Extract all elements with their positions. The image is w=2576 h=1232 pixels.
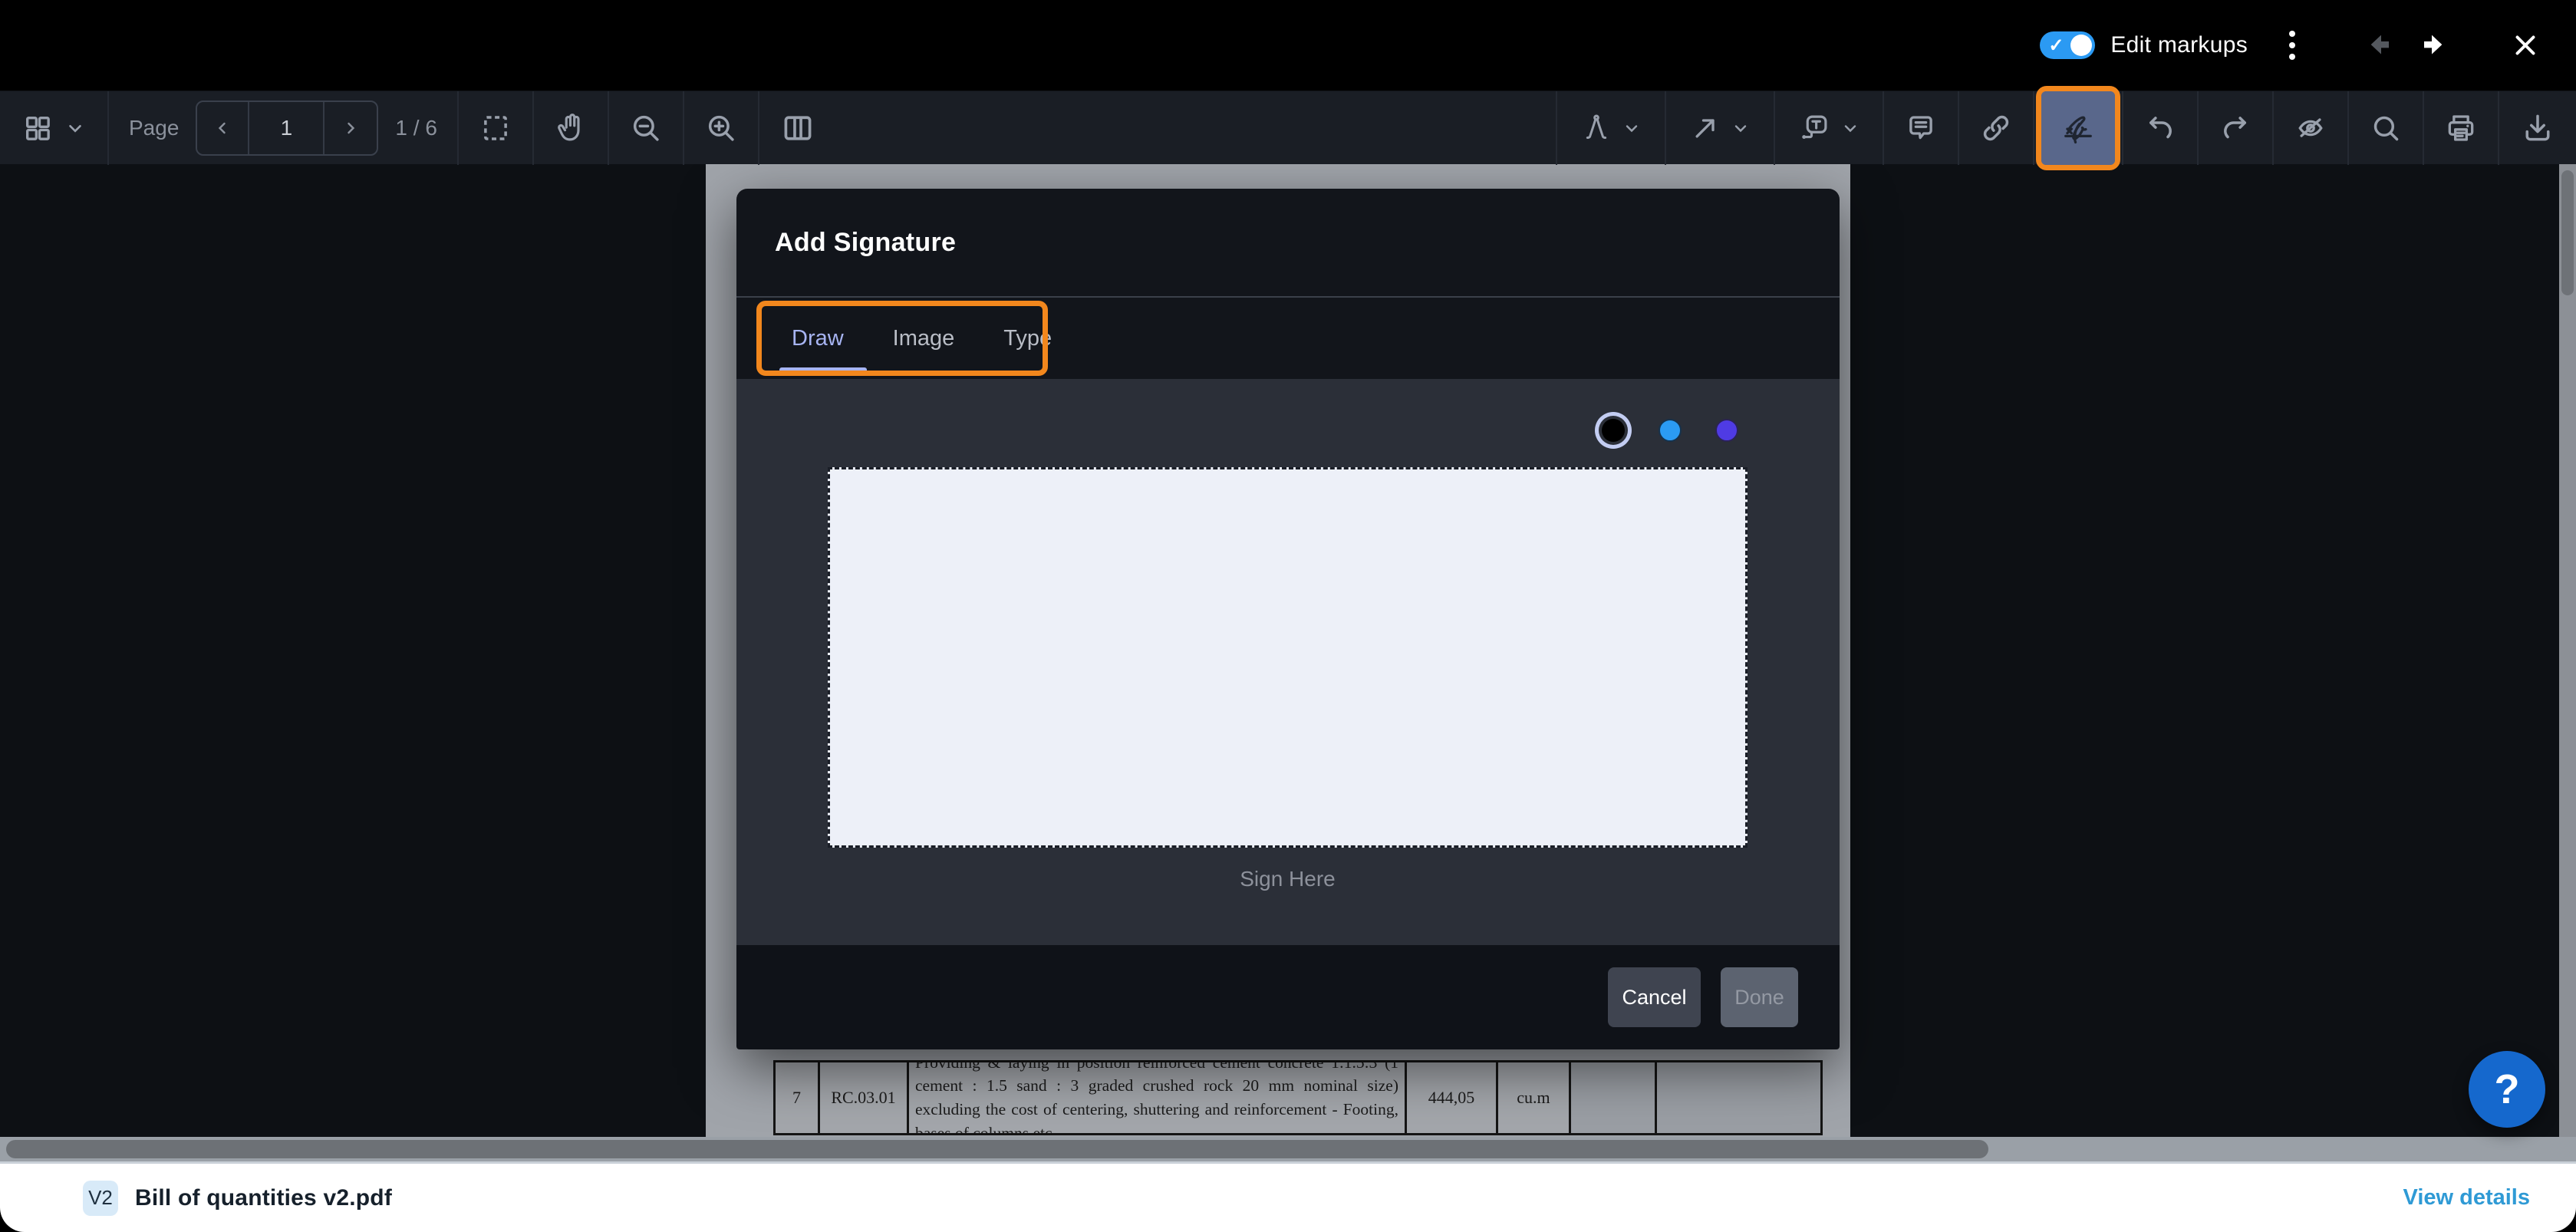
toggle-knob — [2070, 35, 2092, 56]
page-count-label: 1 / 6 — [395, 116, 436, 140]
row-number-cell: 7 — [776, 1062, 820, 1133]
top-bar: ✓ Edit markups — [0, 0, 2576, 91]
callout-text-icon — [1798, 112, 1830, 144]
pan-button[interactable] — [534, 91, 608, 165]
help-button[interactable]: ? — [2469, 1051, 2545, 1128]
signature-draw-canvas[interactable] — [828, 467, 1748, 848]
color-swatches — [1602, 419, 1738, 442]
vertical-scrollbar-thumb[interactable] — [2561, 170, 2574, 295]
hand-icon — [555, 112, 587, 144]
modal-header: Add Signature — [736, 189, 1840, 298]
previous-page-button[interactable] — [197, 102, 249, 154]
undo-button[interactable] — [2123, 91, 2197, 165]
chevron-down-icon — [1622, 119, 1641, 137]
modal-footer: Cancel Done — [736, 945, 1840, 1049]
next-arrow-icon[interactable] — [2416, 30, 2447, 61]
signature-icon — [2058, 108, 2098, 148]
quantity-cell: 444,05 — [1407, 1062, 1498, 1133]
chevron-down-icon — [65, 118, 85, 138]
page-number-input[interactable] — [253, 115, 319, 141]
signature-tool-button[interactable] — [2041, 91, 2115, 165]
redo-icon — [2219, 112, 2252, 144]
edit-markups-label: Edit markups — [2110, 32, 2248, 58]
cancel-button[interactable]: Cancel — [1608, 967, 1701, 1027]
item-code-cell: RC.03.01 — [820, 1062, 909, 1133]
amount-cell-empty — [1657, 1062, 1820, 1133]
arrow-icon — [1690, 113, 1721, 143]
caliper-icon — [1581, 113, 1612, 143]
sign-here-hint: Sign Here — [828, 867, 1748, 891]
measure-tool-button[interactable] — [1557, 91, 1665, 165]
vertical-scrollbar[interactable] — [2559, 164, 2576, 1137]
thumbnail-grid-button[interactable] — [0, 91, 107, 165]
modal-body: Sign Here — [736, 379, 1840, 945]
modal-title: Add Signature — [775, 228, 956, 258]
download-icon — [2521, 111, 2555, 145]
description-cell: Providing & laying in position reinforce… — [909, 1062, 1405, 1133]
comment-tool-button[interactable] — [1884, 91, 1958, 165]
document-viewer: 7 RC.03.01 Providing & laying in positio… — [0, 164, 2576, 1137]
page-label: Page — [129, 116, 179, 140]
chevron-down-icon — [1841, 119, 1860, 137]
page-input-wrap — [249, 102, 324, 154]
active-tab-underline — [779, 367, 867, 373]
chevron-down-icon — [1731, 119, 1750, 137]
close-icon[interactable] — [2512, 31, 2539, 59]
toolbar: Page 1 / 6 — [0, 91, 2576, 164]
swatch-blue[interactable] — [1659, 419, 1682, 442]
rate-cell-empty — [1571, 1062, 1657, 1133]
page-navigator — [196, 100, 378, 156]
hide-markups-button[interactable] — [2274, 91, 2347, 165]
modal-tabs: Draw Image Type — [736, 298, 1840, 379]
add-signature-modal: Add Signature Draw Image Type Sign Here — [736, 189, 1840, 1049]
eye-off-icon — [2294, 111, 2327, 145]
link-icon — [1980, 112, 2012, 144]
zoom-out-button[interactable] — [609, 91, 683, 165]
more-options-icon[interactable] — [2284, 26, 2300, 64]
search-icon — [2370, 112, 2402, 144]
version-badge: V2 — [83, 1181, 118, 1216]
next-page-button[interactable] — [324, 102, 377, 154]
arrow-tool-button[interactable] — [1666, 91, 1774, 165]
two-page-view-icon — [781, 111, 815, 145]
horizontal-scrollbar-thumb[interactable] — [6, 1140, 1988, 1158]
grid-icon — [22, 113, 53, 143]
view-details-link[interactable]: View details — [2403, 1185, 2531, 1211]
unit-cell: cu.m — [1498, 1062, 1571, 1133]
file-name: Bill of quantities v2.pdf — [135, 1185, 392, 1211]
done-button-disabled[interactable]: Done — [1721, 967, 1798, 1027]
zoom-in-button[interactable] — [684, 91, 758, 165]
swatch-black-selected[interactable] — [1602, 419, 1625, 442]
print-button[interactable] — [2424, 91, 2498, 165]
tab-draw[interactable]: Draw — [792, 326, 844, 351]
marquee-select-button[interactable] — [459, 91, 532, 165]
download-button[interactable] — [2499, 91, 2576, 165]
page-layout-button[interactable] — [759, 91, 836, 165]
status-bar: V2 Bill of quantities v2.pdf View detail… — [0, 1164, 2576, 1232]
check-icon: ✓ — [2048, 35, 2064, 57]
callout-text-tool-button[interactable] — [1775, 91, 1883, 165]
marquee-icon — [479, 112, 512, 144]
print-icon — [2444, 111, 2478, 145]
link-tool-button[interactable] — [1959, 91, 2033, 165]
horizontal-scrollbar[interactable] — [0, 1137, 2576, 1161]
redo-button[interactable] — [2199, 91, 2272, 165]
zoom-in-icon — [705, 112, 737, 144]
zoom-out-icon — [630, 112, 662, 144]
undo-icon — [2144, 112, 2176, 144]
comment-icon — [1905, 112, 1937, 144]
search-button[interactable] — [2349, 91, 2423, 165]
signature-tool-highlight — [2036, 86, 2120, 170]
edit-markups-toggle[interactable]: ✓ — [2040, 31, 2095, 59]
tab-image[interactable]: Image — [893, 326, 955, 351]
boq-table-row: 7 RC.03.01 Providing & laying in positio… — [773, 1060, 1823, 1135]
tab-type[interactable]: Type — [1003, 326, 1052, 351]
app-window: ✓ Edit markups Page — [0, 0, 2576, 1232]
swatch-violet[interactable] — [1715, 419, 1738, 442]
previous-arrow-icon[interactable] — [2366, 30, 2396, 61]
